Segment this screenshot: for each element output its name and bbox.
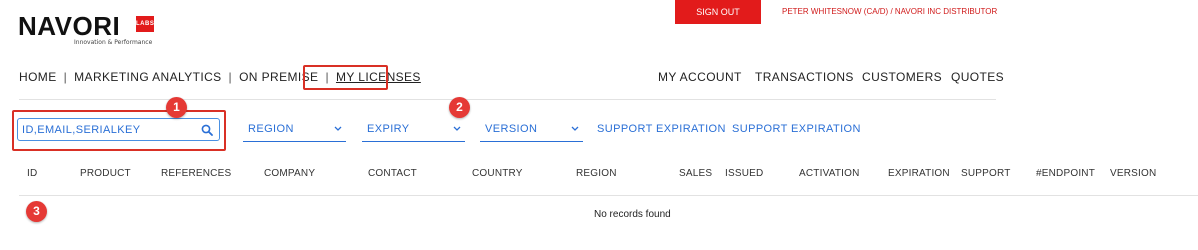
- column-header-endpoint[interactable]: #ENDPOINT: [1036, 168, 1095, 179]
- my-licenses-highlight: [303, 65, 388, 90]
- expiry-filter[interactable]: EXPIRY: [362, 122, 465, 142]
- annotation-marker-1: 1: [166, 97, 187, 118]
- support-expiration-link[interactable]: SUPPORT EXPIRATION: [597, 123, 726, 135]
- navori-logo[interactable]: NAVORI LABS Innovation & Performance: [18, 12, 163, 48]
- nav-quotes[interactable]: QUOTES: [951, 70, 1004, 84]
- nav-customers[interactable]: CUSTOMERS: [862, 70, 942, 84]
- column-header-issued[interactable]: ISSUED: [725, 168, 763, 179]
- user-info: PETER WHITESNOW (CA/D) / NAVORI INC DIST…: [782, 7, 998, 16]
- column-header-sales[interactable]: SALES: [679, 168, 712, 179]
- nav-separator: |: [63, 70, 68, 84]
- column-header-country[interactable]: COUNTRY: [472, 168, 523, 179]
- empty-table-message: No records found: [594, 209, 671, 220]
- chevron-down-icon: [571, 126, 579, 131]
- annotation-marker-3: 3: [26, 201, 47, 222]
- region-filter[interactable]: REGION: [243, 122, 346, 142]
- region-filter-label: REGION: [248, 123, 294, 135]
- search-icon[interactable]: [201, 124, 213, 136]
- brand-name: NAVORI: [18, 11, 121, 41]
- column-header-product[interactable]: PRODUCT: [80, 168, 131, 179]
- column-header-contact[interactable]: CONTACT: [368, 168, 417, 179]
- column-header-version[interactable]: VERSION: [1110, 168, 1156, 179]
- sign-out-button[interactable]: SIGN OUT: [675, 0, 761, 24]
- nav-separator: |: [228, 70, 233, 84]
- chevron-down-icon: [453, 126, 461, 131]
- table-divider: [19, 195, 1198, 196]
- nav-my-account[interactable]: MY ACCOUNT: [658, 70, 742, 84]
- header-divider: [19, 99, 996, 100]
- version-filter[interactable]: VERSION: [480, 122, 583, 142]
- column-header-id[interactable]: ID: [27, 168, 37, 179]
- column-header-region[interactable]: REGION: [576, 168, 617, 179]
- column-header-activation[interactable]: ACTIVATION: [799, 168, 860, 179]
- column-header-references[interactable]: REFERENCES: [161, 168, 231, 179]
- labs-badge: LABS: [136, 16, 154, 32]
- nav-transactions[interactable]: TRANSACTIONS: [755, 70, 854, 84]
- nav-marketing-analytics[interactable]: MARKETING ANALYTICS: [74, 70, 221, 84]
- expiry-filter-label: EXPIRY: [367, 123, 410, 135]
- column-header-support[interactable]: SUPPORT: [961, 168, 1011, 179]
- chevron-down-icon: [334, 126, 342, 131]
- column-header-expiration[interactable]: EXPIRATION: [888, 168, 950, 179]
- support-expiration-link[interactable]: SUPPORT EXPIRATION: [732, 123, 861, 135]
- search-input[interactable]: [22, 121, 192, 138]
- nav-home[interactable]: HOME: [19, 70, 57, 84]
- annotation-marker-2: 2: [449, 97, 470, 118]
- brand-tagline: Innovation & Performance: [74, 39, 153, 46]
- version-filter-label: VERSION: [485, 123, 538, 135]
- search-box: [17, 118, 220, 141]
- column-header-company[interactable]: COMPANY: [264, 168, 315, 179]
